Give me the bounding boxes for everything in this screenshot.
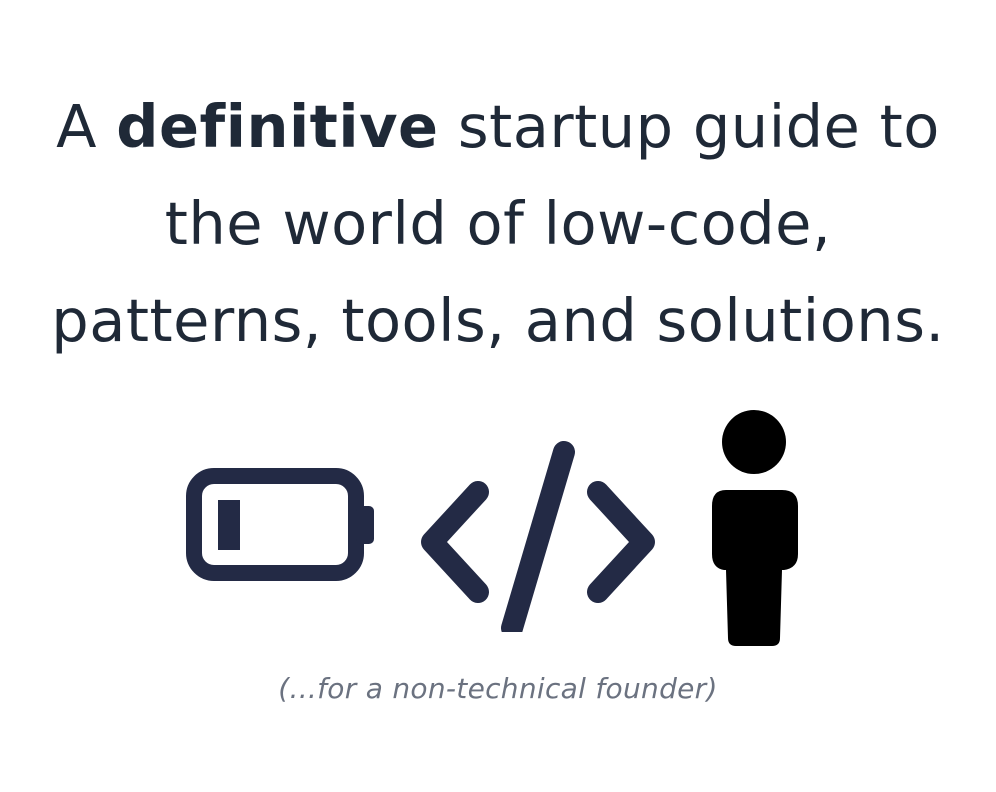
person-icon <box>712 410 798 646</box>
headline: A definitive startup guide to the world … <box>0 78 996 369</box>
headline-line-2: the world of low-code, <box>164 189 832 258</box>
headline-line-3: patterns, tools, and solutions. <box>51 286 945 355</box>
headline-line-1: A definitive startup guide to <box>0 78 996 175</box>
icon-row <box>0 400 996 660</box>
code-brackets-icon <box>421 441 655 632</box>
headline-line-1-suffix: startup guide to <box>438 92 940 161</box>
low-battery-icon <box>186 468 374 581</box>
caption: (...for a non-technical founder) <box>278 672 718 705</box>
headline-emphasis: definitive <box>116 92 439 161</box>
headline-line-1-prefix: A <box>56 92 117 161</box>
